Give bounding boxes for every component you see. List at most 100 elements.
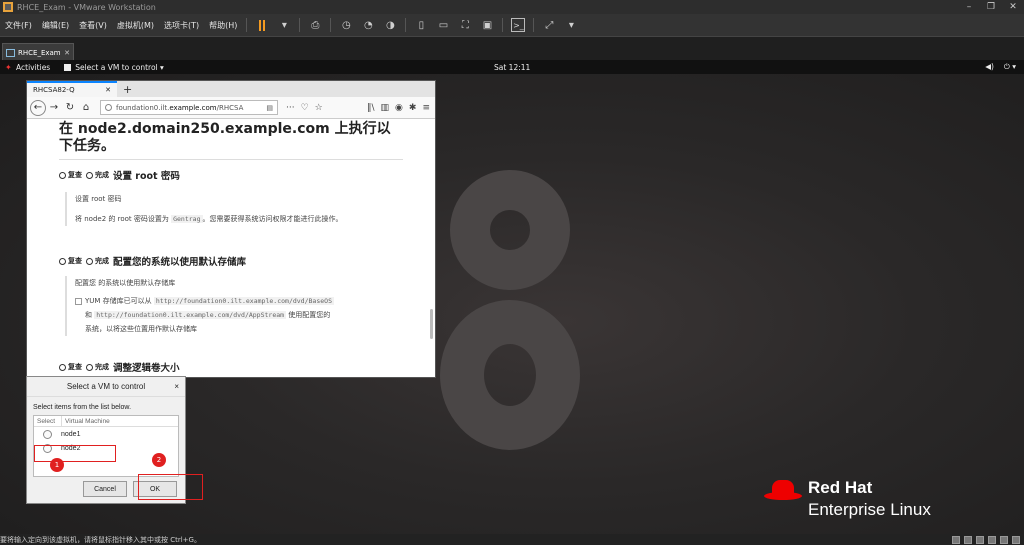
brand-line2: Enterprise Linux [808, 500, 931, 519]
task-title: 配置您的系统以使用默认存储库 [113, 257, 247, 268]
menu-help[interactable]: 帮助(H) [204, 20, 242, 31]
thumbnail-bar-icon[interactable]: ▭ [436, 18, 450, 32]
menu-file[interactable]: 文件(F) [0, 20, 37, 31]
annotation-box-ok [138, 474, 203, 500]
reload-icon[interactable]: ↻ [62, 100, 78, 116]
dialog-close-icon[interactable]: × [174, 382, 179, 391]
extension-icon[interactable]: ✱ [409, 103, 417, 113]
send-ctrl-alt-del-icon[interactable]: ⎙ [308, 18, 322, 32]
toolbar-divider [299, 18, 301, 32]
done-radio[interactable] [86, 257, 93, 265]
pocket-icon[interactable]: ♡ [301, 103, 309, 113]
vmware-logo-icon [3, 2, 13, 12]
col-vm: Virtual Machine [65, 418, 110, 425]
menu-view[interactable]: 查看(V) [74, 20, 112, 31]
tab-close-icon[interactable]: ✕ [64, 49, 70, 57]
bookmark-star-icon[interactable]: ☆ [315, 103, 323, 113]
browser-tab[interactable]: RHCSA82-Q ✕ [27, 81, 117, 97]
status-bar: 要将输入定向到该虚拟机，请将鼠标指针移入其中或按 Ctrl+G。 [0, 534, 1024, 545]
repo-url-code: http://foundation0.ilt.example.com/dvd/A… [94, 311, 287, 319]
browser-navbar: ← → ↻ ⌂ foundation0.ilt. example.com/RHCS… [27, 97, 435, 119]
unity-icon[interactable]: ▣ [480, 18, 494, 32]
browser-tabstrip: RHCSA82-Q ✕ + [27, 81, 435, 97]
dropdown-arrow-icon[interactable]: ▾ [277, 18, 291, 32]
desc-text: 将 node2 的 root 密码设置为 [75, 215, 172, 223]
forward-icon[interactable]: → [46, 100, 62, 116]
vm-name: node1 [61, 430, 81, 438]
annotation-badge-1: 1 [50, 458, 64, 472]
col-select: Select [34, 416, 62, 426]
account-icon[interactable]: ◉ [395, 103, 403, 113]
stretch-guest-icon[interactable]: ⤢ [542, 18, 556, 32]
hdd-icon[interactable] [952, 535, 960, 544]
scrollbar-thumb[interactable] [430, 309, 433, 339]
cdrom-icon[interactable] [964, 535, 972, 544]
sound-icon[interactable] [1000, 535, 1008, 544]
snapshot-manager-icon[interactable]: ◑ [383, 18, 397, 32]
select-vm-menu[interactable]: Select a VM to control ▾ [64, 63, 164, 72]
reader-view-icon[interactable]: ▤ [266, 104, 273, 112]
check-radio[interactable] [59, 257, 66, 265]
redhat-hat-icon [764, 478, 802, 506]
vm-radio[interactable] [43, 429, 52, 439]
done-radio[interactable] [86, 171, 93, 179]
volume-icon: ◀) [985, 62, 994, 71]
desc-text: 使用配置您的 [286, 311, 331, 319]
console-view-icon[interactable]: >_ [511, 18, 526, 32]
maximize-button[interactable]: ❐ [980, 2, 1002, 12]
task-title: 设置 root 密码 [113, 171, 180, 182]
desc-title: 设置 root 密码 [75, 195, 122, 203]
toolbar-divider [533, 18, 535, 32]
window-titlebar: RHCE_Exam - VMware Workstation – ❐ ✕ [0, 0, 1024, 14]
url-bar[interactable]: foundation0.ilt. example.com/RHCSA ▤ [100, 100, 278, 115]
library-icon[interactable]: ‖\ [367, 103, 375, 113]
menu-vm[interactable]: 虚拟机(M) [112, 20, 159, 31]
url-host: example.com [169, 103, 217, 112]
status-text: 要将输入定向到该虚拟机，请将鼠标指针移入其中或按 Ctrl+G。 [0, 535, 201, 544]
hamburger-menu-icon[interactable]: ≡ [422, 103, 430, 113]
snapshot-icon[interactable]: ◷ [339, 18, 353, 32]
pause-icon[interactable] [255, 18, 269, 32]
back-icon[interactable]: ← [30, 99, 46, 116]
url-path: /RHCSA [216, 103, 244, 112]
network-icon[interactable] [976, 535, 984, 544]
power-icon: ⏻ ▾ [1003, 62, 1016, 71]
brand-line1: Red Hat [808, 478, 873, 497]
page-actions-icon[interactable]: ··· [286, 103, 295, 113]
site-info-icon[interactable] [105, 104, 112, 111]
new-tab-button[interactable]: + [123, 83, 132, 96]
menu-edit[interactable]: 编辑(E) [37, 20, 74, 31]
check-radio[interactable] [59, 171, 66, 179]
redhat-menu-icon[interactable]: ✦ [5, 63, 12, 72]
revert-snapshot-icon[interactable]: ◔ [361, 18, 375, 32]
tab-rhce-exam[interactable]: RHCE_Exam ✕ [2, 43, 74, 61]
minimize-button[interactable]: – [958, 2, 980, 12]
menubar: 文件(F) 编辑(E) 查看(V) 虚拟机(M) 选项卡(T) 帮助(H) ▾ … [0, 14, 1024, 36]
repo-checkbox[interactable] [75, 297, 82, 305]
cancel-button[interactable]: Cancel [83, 481, 127, 497]
check-radio[interactable] [59, 363, 66, 371]
close-button[interactable]: ✕ [1002, 2, 1024, 12]
full-screen-icon[interactable]: ⛶ [458, 18, 472, 32]
vm-row-node1[interactable]: node1 [34, 427, 178, 441]
desc-text: 和 [85, 311, 95, 319]
show-library-icon[interactable]: ▯ [414, 18, 428, 32]
toolbar-divider [246, 18, 248, 32]
check-label: 复查 [68, 257, 82, 265]
done-label: 完成 [95, 363, 109, 371]
done-radio[interactable] [86, 363, 93, 371]
browser-tab-close-icon[interactable]: ✕ [105, 86, 111, 94]
activities-button[interactable]: Activities [16, 63, 50, 72]
task-header: 复查 完成 设置 root 密码 [59, 168, 403, 182]
task-header: 复查 完成 调整逻辑卷大小 [59, 360, 403, 374]
stretch-dropdown-icon[interactable]: ▾ [564, 18, 578, 32]
system-tray[interactable]: ◀) ⏻ ▾ [985, 62, 1016, 72]
clock[interactable]: Sat 12:11 [494, 63, 530, 72]
display-icon[interactable] [1012, 535, 1020, 544]
check-label: 复查 [68, 171, 82, 179]
sidebar-icon[interactable]: ▥ [381, 103, 390, 113]
menu-tabs[interactable]: 选项卡(T) [159, 20, 204, 31]
usb-icon[interactable] [988, 535, 996, 544]
home-icon[interactable]: ⌂ [78, 100, 94, 116]
task-description: 设置 root 密码 将 node2 的 root 密码设置为 Gentrag。… [65, 192, 403, 226]
